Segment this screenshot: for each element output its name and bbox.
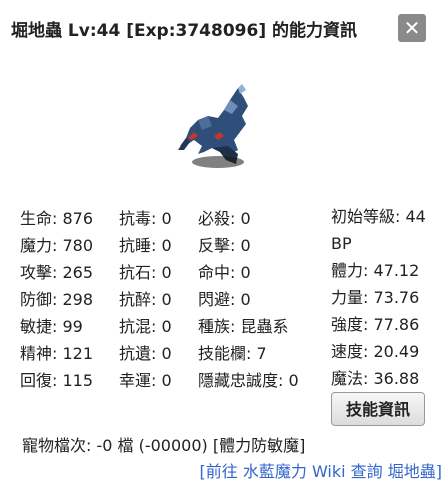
monster-body [178, 84, 248, 168]
stat-spirit: 精神: 121 [20, 344, 94, 363]
dialog-title: 堀地蟲 Lv:44 [Exp:3748096] 的能力資訊 [11, 21, 358, 41]
bp-toughness: 強度: 77.86 [331, 315, 420, 334]
stat-mp: 魔力: 780 [20, 236, 94, 255]
stat-counter: 反擊: 0 [198, 236, 251, 255]
stat-attack: 攻擊: 265 [20, 263, 94, 282]
stat-skill-slots: 技能欄: 7 [198, 344, 267, 363]
close-icon[interactable]: ✕ [398, 14, 426, 42]
stat-luck: 幸運: 0 [119, 371, 172, 390]
stat-agility: 敏捷: 99 [20, 317, 83, 336]
wiki-link[interactable]: [前往 水藍魔力 Wiki 查詢 堀地蟲] [200, 458, 442, 482]
bp-speed: 速度: 20.49 [331, 342, 420, 361]
bp-strength: 力量: 73.76 [331, 288, 420, 307]
stat-defense: 防御: 298 [20, 290, 94, 309]
stat-resist-drunk: 抗醉: 0 [119, 290, 172, 309]
dialog-header: 堀地蟲 Lv:44 [Exp:3748096] 的能力資訊 ✕ [0, 0, 446, 58]
bp-vitality: 體力: 47.12 [331, 261, 420, 280]
bp-magic: 魔法: 36.88 [331, 369, 420, 388]
growth-panel: 初始等級: 44 BP 體力: 47.12 力量: 73.76 強度: 77.8… [331, 206, 426, 395]
bp-label: BP [331, 234, 352, 253]
stat-race: 種族: 昆蟲系 [198, 317, 289, 336]
skill-info-button[interactable]: 技能資訊 [331, 392, 425, 426]
stat-resist-poison: 抗毒: 0 [119, 209, 172, 228]
stat-critical: 必殺: 0 [198, 209, 251, 228]
monster-sprite [178, 84, 248, 168]
stat-resist-forget: 抗遺: 0 [119, 344, 172, 363]
initial-level: 初始等級: 44 [331, 207, 426, 226]
stat-resist-stone: 抗石: 0 [119, 263, 172, 282]
stat-resist-confuse: 抗混: 0 [119, 317, 172, 336]
stat-evade: 閃避: 0 [198, 290, 251, 309]
stat-hidden-loyalty: 隱藏忠誠度: 0 [198, 371, 299, 390]
stat-hit: 命中: 0 [198, 263, 251, 282]
stat-hp: 生命: 876 [20, 209, 94, 228]
pet-grade-line: 寵物檔次: -0 檔 (-00000) [體力防敏魔] [22, 436, 306, 455]
stat-resist-sleep: 抗睡: 0 [119, 236, 172, 255]
stat-recovery: 回復: 115 [20, 371, 94, 390]
